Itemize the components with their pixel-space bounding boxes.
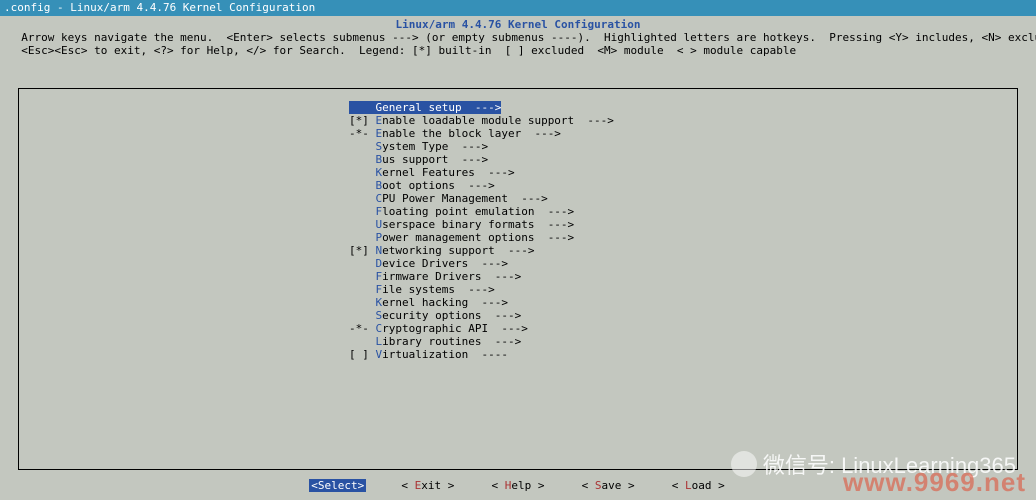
menu-item-6[interactable]: Boot options ---> [349, 179, 495, 192]
help-line-1: Arrow keys navigate the menu. <Enter> se… [0, 31, 1036, 44]
window-titlebar: .config - Linux/arm 4.4.76 Kernel Config… [0, 0, 1036, 16]
menu-item-7[interactable]: CPU Power Management ---> [349, 192, 548, 205]
exit-label: xit [421, 479, 441, 492]
select-button[interactable]: <Select> [309, 479, 366, 492]
menu-item-prefix: [ ] [349, 348, 376, 361]
menu-item-prefix [349, 166, 376, 179]
menu-item-label: ile systems ---> [382, 283, 495, 296]
help-label: elp [511, 479, 531, 492]
menu-item-19[interactable]: [ ] Virtualization ---- [349, 348, 508, 361]
menu-item-label: PU Power Management ---> [382, 192, 548, 205]
menu-item-label: loating point emulation ---> [382, 205, 574, 218]
menu-item-label: us support ---> [382, 153, 488, 166]
load-button[interactable]: < Load > [670, 479, 727, 492]
button-bar: <Select> < Exit > < Help > < Save > < Lo… [0, 479, 1036, 492]
menu-item-10[interactable]: Power management options ---> [349, 231, 574, 244]
menu-item-label: irmware Drivers ---> [382, 270, 521, 283]
save-label: ave [602, 479, 622, 492]
menu-item-prefix [349, 257, 376, 270]
menu-item-prefix [349, 296, 376, 309]
menu-item-9[interactable]: Userspace binary formats ---> [349, 218, 574, 231]
menu-item-label: ystem Type ---> [382, 140, 488, 153]
terminal-area: Linux/arm 4.4.76 Kernel Configuration Ar… [0, 16, 1036, 500]
load-label: oad [692, 479, 712, 492]
menu-item-prefix [349, 153, 376, 166]
menu-item-12[interactable]: Device Drivers ---> [349, 257, 508, 270]
menu-item-label: ecurity options ---> [382, 309, 521, 322]
menu-item-label: ibrary routines ---> [382, 335, 521, 348]
window-title: .config - Linux/arm 4.4.76 Kernel Config… [4, 1, 315, 14]
menu-item-label: ernel Features ---> [382, 166, 514, 179]
menu-item-15[interactable]: Kernel hacking ---> [349, 296, 508, 309]
config-title: Linux/arm 4.4.76 Kernel Configuration [395, 18, 640, 31]
menu-item-5[interactable]: Kernel Features ---> [349, 166, 515, 179]
menu-item-1[interactable]: [*] Enable loadable module support ---> [349, 114, 614, 127]
menu-item-label: oot options ---> [382, 179, 495, 192]
menu-item-2[interactable]: -*- Enable the block layer ---> [349, 127, 561, 140]
menu-item-prefix [349, 309, 376, 322]
menu-item-16[interactable]: Security options ---> [349, 309, 521, 322]
menu-item-18[interactable]: Library routines ---> [349, 335, 521, 348]
menu-item-prefix: -*- [349, 322, 376, 335]
menu-item-prefix [349, 179, 376, 192]
menu-item-label: ower management options ---> [382, 231, 574, 244]
menu-item-label: nable the block layer ---> [382, 127, 561, 140]
menu-item-14[interactable]: File systems ---> [349, 283, 495, 296]
menu-item-prefix [349, 283, 376, 296]
menu-item-label: irtualization ---- [382, 348, 508, 361]
menu-item-0[interactable]: General setup ---> [349, 101, 501, 114]
menu-item-prefix [349, 270, 376, 283]
menu-item-prefix [349, 101, 376, 114]
menu-item-17[interactable]: -*- Cryptographic API ---> [349, 322, 528, 335]
menu-frame: General setup --->[*] Enable loadable mo… [18, 88, 1018, 470]
config-header: Linux/arm 4.4.76 Kernel Configuration [0, 16, 1036, 31]
menu-item-prefix [349, 335, 376, 348]
menu-item-prefix: -*- [349, 127, 376, 140]
menu-item-label: ryptographic API ---> [382, 322, 528, 335]
menu-list[interactable]: General setup --->[*] Enable loadable mo… [19, 89, 1017, 361]
menu-item-prefix [349, 205, 376, 218]
menu-item-3[interactable]: System Type ---> [349, 140, 488, 153]
exit-button[interactable]: < Exit > [399, 479, 456, 492]
menu-item-label: serspace binary formats ---> [382, 218, 574, 231]
menu-item-label: nable loadable module support ---> [382, 114, 614, 127]
menu-item-prefix [349, 218, 376, 231]
menu-item-4[interactable]: Bus support ---> [349, 153, 488, 166]
menu-item-prefix [349, 192, 376, 205]
menu-item-13[interactable]: Firmware Drivers ---> [349, 270, 521, 283]
menu-item-label: evice Drivers ---> [382, 257, 508, 270]
menu-item-label: eneral setup ---> [382, 101, 501, 114]
save-button[interactable]: < Save > [580, 479, 637, 492]
menu-item-8[interactable]: Floating point emulation ---> [349, 205, 574, 218]
menu-item-11[interactable]: [*] Networking support ---> [349, 244, 534, 257]
help-button[interactable]: < Help > [490, 479, 547, 492]
menu-item-prefix [349, 231, 376, 244]
menu-item-prefix: [*] [349, 114, 376, 127]
help-line-2: <Esc><Esc> to exit, <?> for Help, </> fo… [0, 44, 1036, 57]
menu-item-label: etworking support ---> [382, 244, 534, 257]
menu-item-label: ernel hacking ---> [382, 296, 508, 309]
menu-item-prefix [349, 140, 376, 153]
menu-item-prefix: [*] [349, 244, 376, 257]
